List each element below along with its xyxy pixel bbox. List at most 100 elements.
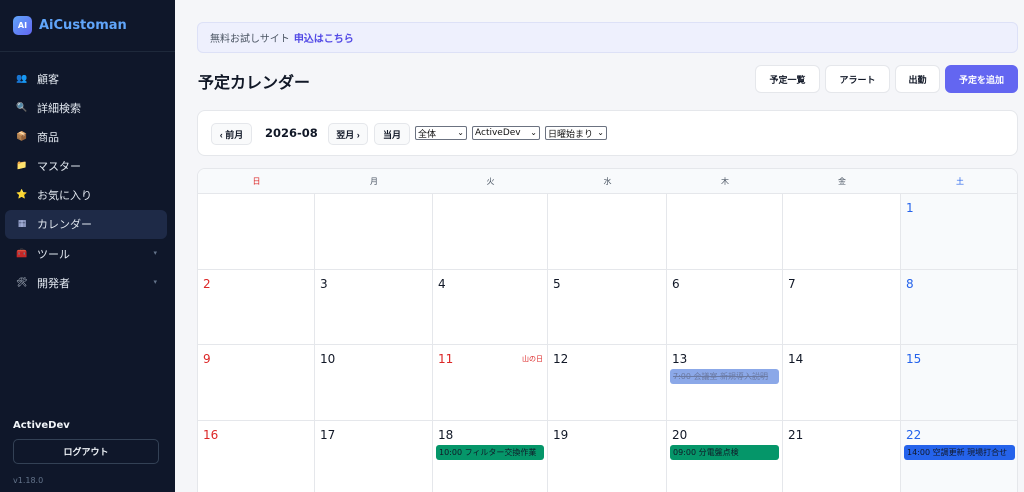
week-start-select[interactable]: 日曜始まり ⌄ [545,126,607,140]
calendar-day-cell[interactable]: 12 [548,345,667,421]
clock-in-button[interactable]: 出勤 [895,65,940,93]
calendar-day-cell[interactable]: 7 [783,269,901,345]
scope-select[interactable]: 全体 ⌄ [415,126,467,140]
banner-text: 無料お試しサイト [210,34,290,45]
calendar-day-cell[interactable]: 14 [783,345,901,421]
app-logo: AI [13,16,32,35]
day-number: 4 [438,276,446,291]
sidebar-nav: 👥 顧客 🔍 詳細検索 📦 商品 📁 マスター ⭐ お気に入り ▦ カレンダー 🧰 ツール ▾ 🛠 開発者 ▾ [5,64,167,298]
weekday-header: 日月火水木金土 [198,169,1017,194]
day-number: 2 [203,276,211,291]
page-title: 予定カレンダー [198,73,311,92]
prev-month-button[interactable]: ‹ 前月 [211,123,252,145]
sidebar-item-1[interactable]: 🔍 詳細検索 [5,93,167,122]
calendar-day-cell[interactable]: 13 7:00 会議室 新規導入説明 [667,345,783,421]
sidebar-item-label: お気に入り [37,189,92,203]
day-number: 7 [788,276,796,291]
calendar-day-cell[interactable]: 2 [198,269,315,345]
calendar-day-cell[interactable]: 16 [198,420,315,492]
day-number: 9 [203,352,211,366]
brand[interactable]: AI AiCustoman [0,0,175,52]
day-number: 19 [553,427,569,442]
next-month-button[interactable]: 翌月 › [328,123,368,145]
weekday-label: 火 [486,177,495,186]
weekday-label: 水 [603,177,612,186]
user-select-value: ActiveDev [475,128,521,138]
chevron-down-icon: ⌄ [457,128,464,137]
day-number: 16 [203,427,219,442]
calendar-day-cell[interactable] [315,194,433,270]
weekday-label: 日 [252,177,261,186]
sidebar-item-5[interactable]: ▦ カレンダー [5,209,167,239]
calendar-day-cell[interactable] [667,194,783,270]
folder-icon: 📁 [16,161,28,172]
sidebar-item-0[interactable]: 👥 顧客 [5,64,167,93]
day-number: 5 [553,276,561,291]
sidebar-item-label: マスター [37,160,81,174]
calendar-day-cell[interactable]: 17 [315,420,433,492]
wrench-icon: 🛠 [16,277,28,288]
sidebar-item-4[interactable]: ⭐ お気に入り [5,181,167,210]
calendar-day-cell[interactable]: 21 [783,420,901,492]
day-number: 1 [906,201,914,215]
star-icon: ⭐ [16,190,28,201]
chevron-down-icon: ⌄ [530,128,537,137]
weekday-label: 木 [721,177,729,186]
calendar-day-cell[interactable]: 5 [548,269,667,345]
this-month-button[interactable]: 当月 [374,123,410,145]
calendar-day-cell[interactable]: 3 [315,269,433,345]
weekday-label: 土 [956,177,964,186]
calendar-day-cell[interactable]: 4 [433,269,548,345]
calendar-toolbar: ‹ 前月 2026-08 翌月 › 当月 全体 ⌄ ActiveDev ⌄ 日曜… [197,110,1018,156]
user-select[interactable]: ActiveDev ⌄ [472,126,540,140]
calendar-day-cell[interactable] [548,194,667,270]
calendar-event[interactable]: 7:00 会議室 新規導入説明 [670,369,779,384]
day-number: 13 [672,352,688,366]
calendar-day-cell[interactable] [198,194,315,270]
day-number: 21 [788,427,804,442]
sidebar-item-label: 顧客 [37,72,59,86]
weekday-label: 月 [370,177,378,186]
day-number: 3 [320,276,328,291]
sidebar-item-6[interactable]: 🧰 ツール ▾ [5,239,167,268]
event-list-button[interactable]: 予定一覧 [755,65,820,93]
scope-select-value: 全体 [418,129,437,140]
chevron-down-icon: ⌄ [597,128,604,137]
alert-button[interactable]: アラート [825,65,890,93]
calendar-event[interactable]: 14:00 空調更新 現場打合せ [904,444,1015,460]
banner-link[interactable]: 申込はこちら [294,30,354,45]
calendar-day-cell[interactable]: 18 10:00 フィルター交換作業 [433,420,548,492]
calendar-day-cell[interactable]: 1 [901,194,1017,270]
day-number: 12 [553,352,569,366]
calendar-day-cell[interactable]: 15 [901,345,1017,421]
calendar-grid: 日月火水木金土 1 2 3 4 5 6 7 8 9 10 11 山の日 12 13 7:00 会議室 新規導… [197,168,1018,492]
calendar-day-cell[interactable]: 20 09:00 分電盤点検 [667,420,783,492]
day-number: 10 [320,352,336,366]
trial-banner: 無料お試しサイト 申込はこちら [197,22,1018,53]
calendar-day-cell[interactable]: 8 [901,269,1017,345]
toolbox-icon: 🧰 [16,248,28,259]
search-icon: 🔍 [16,102,28,113]
day-number: 15 [906,352,922,366]
calendar-day-cell[interactable]: 22 14:00 空調更新 現場打合せ [901,420,1017,492]
calendar-event[interactable]: 10:00 フィルター交換作業 [436,444,544,460]
sidebar-item-2[interactable]: 📦 商品 [5,122,167,151]
day-number: 18 [438,427,454,442]
calendar-day-cell[interactable]: 10 [315,345,433,421]
calendar-day-cell[interactable]: 6 [667,269,783,345]
logout-button[interactable]: ログアウト [13,439,159,464]
add-event-button[interactable]: 予定を追加 [945,65,1018,93]
day-number: 20 [672,427,688,442]
sidebar-item-3[interactable]: 📁 マスター [5,152,167,181]
calendar-day-cell[interactable]: 9 [198,345,315,421]
calendar-day-cell[interactable] [783,194,901,270]
sidebar-item-label: 商品 [37,130,59,144]
day-number: 8 [906,276,914,291]
calendar-day-cell[interactable]: 11 山の日 [433,345,548,421]
calendar-event[interactable]: 09:00 分電盤点検 [670,444,779,460]
box-icon: 📦 [16,131,28,142]
sidebar-item-7[interactable]: 🛠 開発者 ▾ [5,268,167,297]
calendar-day-cell[interactable]: 19 [548,420,667,492]
chevron-down-icon: ▾ [153,278,157,287]
calendar-day-cell[interactable] [433,194,548,270]
